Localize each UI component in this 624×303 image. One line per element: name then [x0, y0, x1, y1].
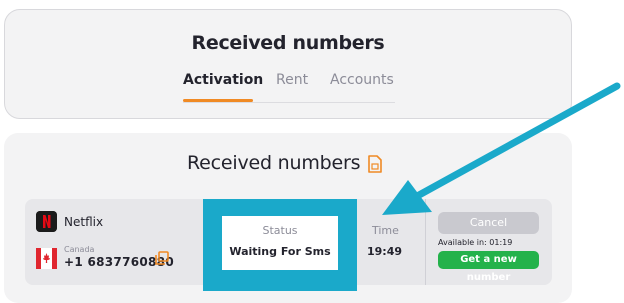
annotation-arrow-icon: [382, 82, 621, 215]
